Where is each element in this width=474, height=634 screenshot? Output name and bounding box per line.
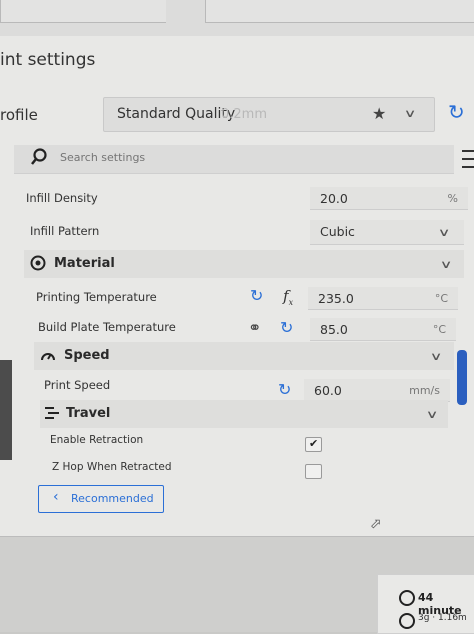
enable-retraction-checkbox[interactable]: ✔ xyxy=(305,437,322,452)
recommended-button-label: Recommended xyxy=(71,492,154,505)
print-speed-value: 60.0 xyxy=(314,383,342,398)
reset-icon[interactable]: ↻ xyxy=(280,318,293,337)
chevron-left-icon: ‹ xyxy=(53,489,59,505)
cursor-icon: ⬀ xyxy=(370,516,382,532)
recommended-button[interactable]: ‹ Recommended xyxy=(38,485,164,513)
star-icon[interactable]: ★ xyxy=(372,104,386,123)
top-bar xyxy=(0,0,474,37)
z-hop-checkbox[interactable] xyxy=(305,464,322,479)
search-icon xyxy=(31,148,47,165)
infill-density-unit: % xyxy=(447,192,458,205)
build-plate-temperature-label: Build Plate Temperature xyxy=(38,320,176,334)
infill-pattern-label: Infill Pattern xyxy=(30,224,100,238)
chevron-down-icon: ∨ xyxy=(439,258,453,271)
tab[interactable] xyxy=(0,0,166,23)
printing-temperature-field[interactable]: 235.0 °C xyxy=(308,287,458,310)
material-usage: 3g · 1.16m xyxy=(418,613,467,623)
printing-temperature-label: Printing Temperature xyxy=(36,290,157,304)
chevron-down-icon: ∨ xyxy=(425,408,439,421)
infill-pattern-value: Cubic xyxy=(320,224,355,239)
print-stats-card[interactable]: 44 minute 3g · 1.16m xyxy=(377,574,474,634)
speed-section-header[interactable]: Speed ∨ xyxy=(34,342,454,370)
reset-icon[interactable]: ↻ xyxy=(250,286,263,305)
profile-label: rofile xyxy=(0,106,38,124)
print-speed-field[interactable]: 60.0 mm/s xyxy=(304,379,450,402)
infill-density-value: 20.0 xyxy=(320,191,348,206)
panel-title: int settings xyxy=(0,50,96,70)
speed-section-label: Speed xyxy=(64,348,110,363)
function-icon[interactable]: fx xyxy=(283,287,293,307)
check-icon: ✔ xyxy=(309,437,319,450)
travel-section-header[interactable]: Travel ∨ xyxy=(40,400,448,428)
link-icon[interactable]: ⚭ xyxy=(248,318,261,337)
enable-retraction-label: Enable Retraction xyxy=(50,434,144,446)
profile-name: Standard Quality xyxy=(117,106,236,122)
printing-temperature-value: 235.0 xyxy=(318,291,354,306)
viewport-edge xyxy=(0,360,12,460)
travel-section-label: Travel xyxy=(66,406,111,421)
infill-density-field[interactable]: 20.0 % xyxy=(310,187,468,210)
build-plate-temperature-field[interactable]: 85.0 °C xyxy=(310,318,456,341)
search-input[interactable] xyxy=(58,150,362,165)
clock-icon xyxy=(399,590,415,606)
travel-icon xyxy=(45,407,59,419)
settings-scrollbar[interactable] xyxy=(457,350,467,405)
menu-icon[interactable] xyxy=(462,150,474,174)
chevron-down-icon[interactable]: ∨ xyxy=(404,107,417,120)
material-section-header[interactable]: Material ∨ xyxy=(24,250,464,278)
infill-pattern-select[interactable]: Cubic ∨ xyxy=(310,220,464,245)
gauge-icon xyxy=(41,353,55,361)
material-icon xyxy=(30,255,46,271)
tab[interactable] xyxy=(205,0,474,23)
profile-dropdown[interactable]: Standard Quality 0.2mm ★ ∨ xyxy=(103,97,435,132)
spool-icon xyxy=(399,613,415,629)
profile-layer-height: 0.2mm xyxy=(221,107,268,122)
search-bar xyxy=(14,145,454,174)
build-plate-temperature-value: 85.0 xyxy=(320,322,348,337)
chevron-down-icon: ∨ xyxy=(437,226,451,239)
chevron-down-icon: ∨ xyxy=(429,350,443,363)
infill-density-label: Infill Density xyxy=(26,191,98,205)
reset-icon[interactable]: ↻ xyxy=(278,380,291,399)
print-speed-unit: mm/s xyxy=(409,384,440,397)
print-speed-label: Print Speed xyxy=(44,378,111,392)
build-plate-temperature-unit: °C xyxy=(432,323,446,336)
material-section-label: Material xyxy=(54,256,115,271)
reset-icon[interactable]: ↻ xyxy=(448,100,465,124)
printing-temperature-unit: °C xyxy=(434,292,448,305)
z-hop-label: Z Hop When Retracted xyxy=(52,461,172,473)
